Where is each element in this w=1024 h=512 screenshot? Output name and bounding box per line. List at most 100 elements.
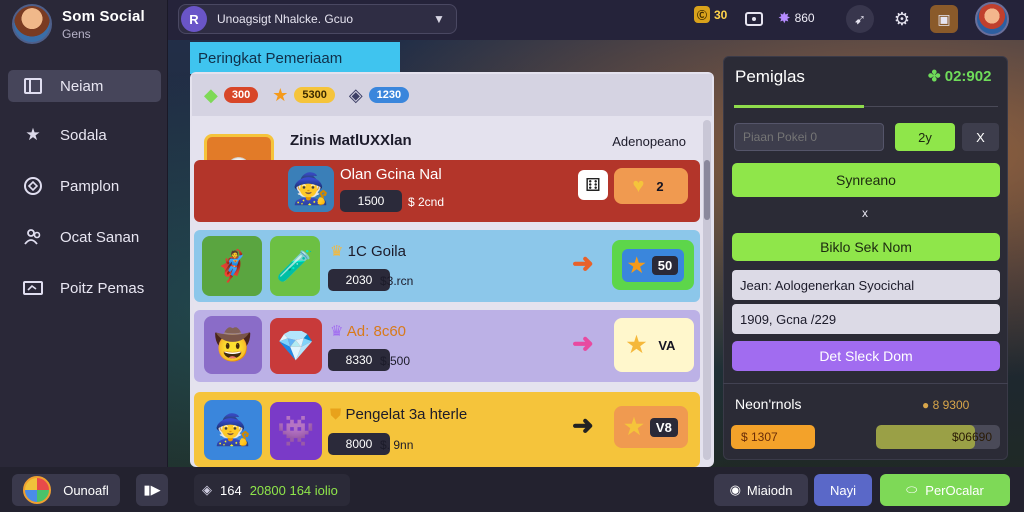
primary-button[interactable]: ⬭ PerOcalar [880,474,1010,506]
character-icon: 👾 [270,402,322,460]
row-subtext: $.500 [380,354,411,368]
avatar[interactable] [975,2,1009,36]
bean-icon: ● [922,398,930,412]
row-title: Olan Gcina Nal [340,166,442,183]
leaf-icon[interactable]: ➹ [846,5,874,33]
score-value: VA [658,337,676,353]
secondary-button[interactable]: ◉ Miaiodn [714,474,808,506]
footer-value: ● 8 9300 [922,398,969,412]
secondary-button-label: Miaiodn [746,482,793,498]
sidebar-item-label: Sodala [60,126,107,144]
sidebar-item-neiam[interactable]: Neiam [8,70,161,102]
tab-leaderboard[interactable]: Peringkat Pemeriaam [190,42,400,74]
wallet-icon [22,277,44,299]
heart-icon: ♥ [632,174,645,197]
row-title-text: 1C Goila [347,243,406,260]
chevron-down-icon[interactable]: ▼ [433,12,445,26]
divider [864,106,998,107]
shop-icon[interactable] [740,4,768,32]
row-title-text: Pengelat 3a hterle [345,406,468,423]
character-icon: 🧙 [204,400,262,460]
confirm-button[interactable]: 2y [895,123,955,151]
star-icon: ★ [627,254,646,277]
score-value: V8 [649,417,678,437]
profile-button[interactable]: Ounoafl [12,474,120,506]
pause-button[interactable]: ▮▶ [136,474,168,506]
search-icon: R [181,6,207,32]
score-value: 2 [656,178,664,194]
sidebar-item-poitz-pemas[interactable]: Poitz Pemas [8,272,161,304]
search-input[interactable] [217,12,427,26]
status-value: 164 [220,482,242,498]
progress-label: $06690 [951,430,992,444]
leaderboard-header: 🧝 Zinis MatlUXXlan Adenopeano [202,126,702,214]
score-value: 50 [651,255,679,275]
clover-icon: ✤ [928,68,941,85]
shield-icon: ⛊ [330,406,342,423]
arrow-right-icon[interactable]: ➜ [572,410,594,441]
arrow-right-icon[interactable]: ➜ [572,248,594,279]
timer: ✤ 02:902 [928,67,991,85]
crown-icon: ♛ [330,323,344,340]
ball-icon [23,476,52,504]
leaf-icon: ⬭ [906,482,918,497]
character-icon: 🤠 [204,316,262,374]
score-box[interactable]: ★ VA [614,318,694,372]
status-pill: ◈ 164 20800 164 iolio [194,474,350,506]
gem-value: 860 [794,11,815,25]
purple-action-button[interactable]: Det Sleck Dom [732,341,1000,371]
gem-counter: ✸ 860 [778,9,815,27]
potion-icon: 🧪 [270,236,320,296]
shield-icon: ◈ [202,482,212,497]
row-subtext: $3.rcn [380,274,414,288]
profile-name: Som Social [62,7,145,25]
dice-icon[interactable]: ⚅ [578,170,608,200]
character-icon: 🧙 [288,166,334,212]
shield-icon: ◈ [348,84,363,105]
score-box[interactable]: ★ 50 [612,240,694,290]
green-action-button[interactable]: Biklo Sek Nom [732,233,1000,261]
currency-value: 300 [223,87,259,103]
rank-badge: 1500 [340,190,402,212]
score-box[interactable]: ★ V8 [614,406,688,448]
star-icon: ★ [25,125,41,144]
leaf-gem-icon: ◆ [204,84,218,105]
sync-button[interactable]: Synreano [732,163,1000,197]
row-title-text: Ad: 8c60 [346,323,407,340]
info-line: 1909, Gcna /229 [732,304,1000,334]
gem-icon: 💎 [270,318,322,374]
footer-value-text: 8 9300 [932,398,970,412]
footer-label: Neon'rnols [735,396,802,412]
profile-subtitle: Gens [62,26,91,41]
panel-title: Pemiglas [735,67,805,86]
gear-icon[interactable]: ⚙ [888,5,916,33]
sidebar-item-label: Pamplon [60,177,120,195]
profile[interactable]: Som Social Gens [12,4,145,44]
search-bar[interactable]: R ▼ [178,4,457,34]
primary-button-label: PerOcalar [925,482,984,498]
close-button[interactable]: X [962,123,999,151]
sidebar-item-ocat-sanan[interactable]: Ocat Sanan [8,221,161,253]
row-subtext: $. 9nn [380,438,414,452]
sidebar-item-sodala[interactable]: ★ Sodala [8,119,161,151]
scrollbar-thumb[interactable] [704,160,710,220]
chest-icon[interactable]: ▣ [930,5,958,33]
sidebar-item-pamplon[interactable]: Pamplon [8,170,161,202]
sidebar-item-label: Ocat Sanan [60,228,140,246]
sidebar-item-label: Neiam [60,77,104,95]
coin-value: 30 [714,7,728,22]
leaderboard-title: Zinis MatlUXXlan [290,132,412,149]
profile-avatar[interactable] [12,4,52,44]
name-input[interactable] [734,123,884,151]
nav-button[interactable]: Nayi [814,474,872,506]
sidebar-item-label: Poitz Pemas [60,279,145,297]
score-box[interactable]: ♥ 2 [614,168,688,204]
row-title: ♛ 1C Goila [330,242,406,260]
user-icon: ◉ [729,482,741,497]
info-line: Jean: Aologenerkan Syocichal [732,270,1000,300]
book-icon [22,75,44,97]
separator-mark: x [862,206,868,220]
arrow-right-icon[interactable]: ➜ [572,328,594,359]
timer-value: 02:902 [944,68,992,85]
star-icon: ★ [624,414,644,439]
